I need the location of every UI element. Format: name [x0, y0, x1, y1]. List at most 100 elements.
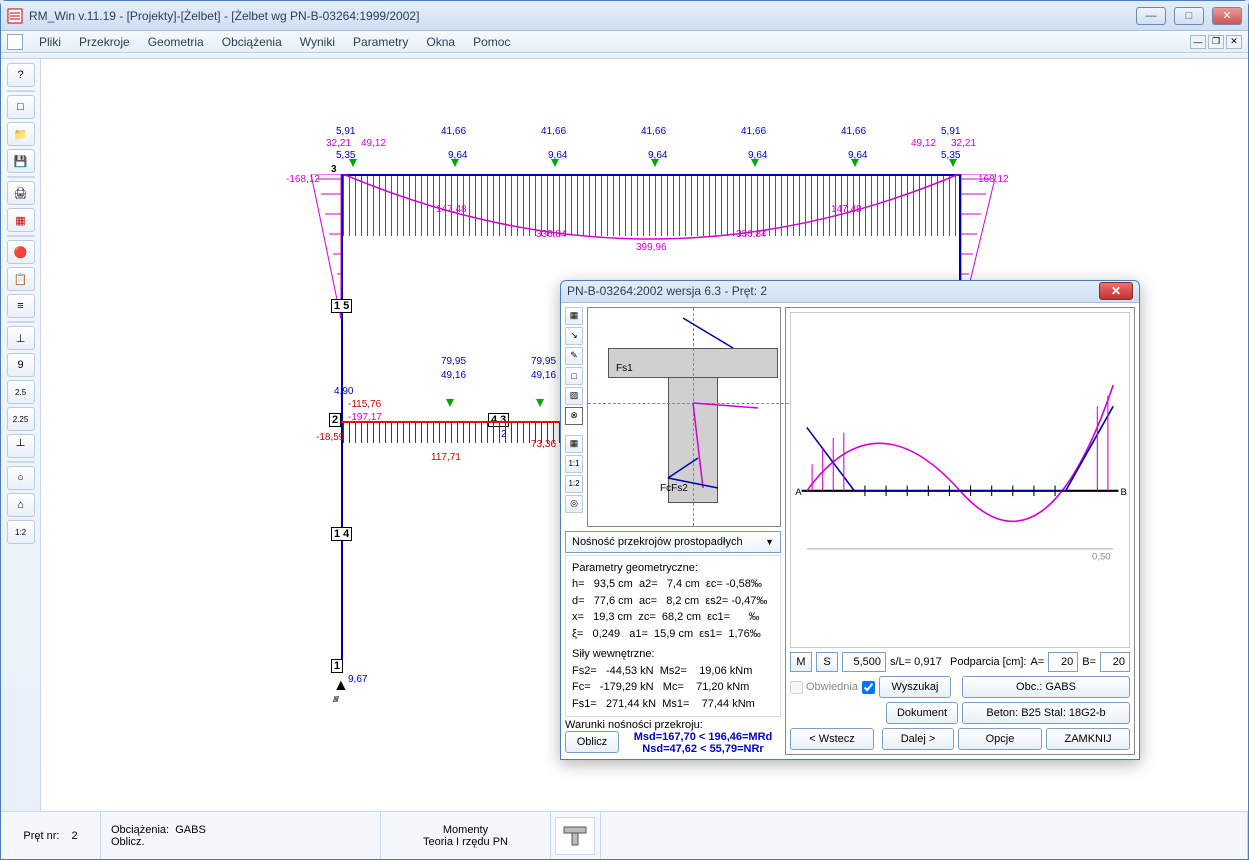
obwiednia-checkbox[interactable]: Obwiednia: [790, 681, 858, 694]
tb-column[interactable]: ┴: [7, 434, 35, 458]
M-button[interactable]: M: [790, 652, 812, 672]
val-label: 79,95: [441, 356, 466, 367]
mini-tool-7[interactable]: 1:1: [565, 455, 583, 473]
oblicz-button[interactable]: Oblicz: [565, 731, 619, 753]
menu-geometria[interactable]: Geometria: [140, 33, 212, 51]
cross-section-canvas[interactable]: Fs1 FcFs2: [587, 307, 781, 527]
tb-9[interactable]: 9: [7, 353, 35, 377]
menu-okna[interactable]: Okna: [418, 33, 463, 51]
design-dialog: PN-B-03264:2002 wersja 6.3 - Pręt: 2 ✕ ▦…: [560, 280, 1140, 760]
val-label: 9,67: [348, 674, 367, 685]
menu-bar: Pliki Przekroje Geometria Obciążenia Wyn…: [1, 31, 1248, 53]
val-label: 41,66: [841, 126, 866, 137]
mini-tool-5[interactable]: ⊗: [565, 407, 583, 425]
dialog-close-button[interactable]: ✕: [1099, 282, 1133, 300]
analysis-type-combo[interactable]: Nośność przekrojów prostopadłych ▼: [565, 531, 781, 553]
s-value-field[interactable]: [842, 652, 886, 672]
oblicz-label: Oblicz.: [111, 836, 370, 848]
dalej-button[interactable]: Dalej >: [882, 728, 954, 750]
mini-tool-1[interactable]: ↘: [565, 327, 583, 345]
tb-2-5[interactable]: 2.5: [7, 380, 35, 404]
window-title: RM_Win v.11.19 - [Projekty]-[Żelbet] - […: [29, 9, 1136, 23]
wyszukaj-button[interactable]: Wyszukaj: [879, 676, 951, 698]
maximize-button[interactable]: □: [1174, 7, 1204, 25]
obwiednia-check2[interactable]: [862, 681, 875, 694]
app-icon: [7, 8, 23, 24]
envelope-canvas[interactable]: A B 0,50: [790, 312, 1130, 649]
tb-sep: [7, 90, 35, 92]
obc-button[interactable]: Obc.: GABS: [962, 676, 1130, 698]
S-button[interactable]: S: [816, 652, 838, 672]
mdi-minimize[interactable]: —: [1190, 35, 1206, 49]
mdi-icon[interactable]: [7, 34, 23, 50]
close-button[interactable]: ✕: [1212, 7, 1242, 25]
moment-label: 147,48: [436, 204, 467, 215]
mdi-close[interactable]: ✕: [1226, 35, 1242, 49]
val-label: 32,21: [326, 138, 351, 149]
tb-plot[interactable]: ▦: [7, 208, 35, 232]
dokument-button[interactable]: Dokument: [886, 702, 958, 724]
mini-tool-6[interactable]: ▦: [565, 435, 583, 453]
minimize-button[interactable]: —: [1136, 7, 1166, 25]
opcje-button[interactable]: Opcje: [958, 728, 1042, 750]
tb-save[interactable]: 💾: [7, 149, 35, 173]
mini-tool-2[interactable]: ✎: [565, 347, 583, 365]
A-field[interactable]: [1048, 652, 1078, 672]
combo-label: Nośność przekrojów prostopadłych: [572, 536, 743, 548]
tb-list[interactable]: ≡: [7, 294, 35, 318]
mini-tool-3[interactable]: □: [565, 367, 583, 385]
pret-nr-value: 2: [71, 830, 77, 842]
tb-home[interactable]: ⌂: [7, 493, 35, 517]
menu-przekroje[interactable]: Przekroje: [71, 33, 138, 51]
momenty-label: Momenty: [391, 824, 540, 836]
val-label: 4,90: [334, 386, 353, 397]
status-bar: Pręt nr: 2 Obciążenia: GABS Oblicz. Mome…: [1, 811, 1248, 859]
mini-tool-4[interactable]: ▨: [565, 387, 583, 405]
mini-tool-0[interactable]: ▦: [565, 307, 583, 325]
tb-sep: [7, 235, 35, 237]
podparcia-label: Podparcia [cm]:: [950, 656, 1026, 668]
tb-copy[interactable]: 📋: [7, 267, 35, 291]
val-label: 79,95: [531, 356, 556, 367]
tb-circle[interactable]: ○: [7, 466, 35, 490]
tb-open[interactable]: 📁: [7, 122, 35, 146]
node-label: 2: [329, 413, 341, 427]
mini-tool-8[interactable]: 1:2: [565, 475, 583, 493]
menu-pomoc[interactable]: Pomoc: [465, 33, 518, 51]
mdi-restore[interactable]: ❐: [1208, 35, 1224, 49]
moment-label: -18,59: [316, 432, 344, 443]
tb-2-25[interactable]: 2.25: [7, 407, 35, 431]
pret-nr-label: Pręt nr:: [23, 830, 59, 842]
params-header: Parametry geometryczne:: [572, 560, 774, 577]
zamknij-button[interactable]: ZAMKNIJ: [1046, 728, 1130, 750]
tb-support[interactable]: ⊥: [7, 326, 35, 350]
moment-label: -115,76: [348, 399, 381, 410]
val-label: 5,91: [941, 126, 960, 137]
tb-sep: [7, 321, 35, 323]
val-label: 49,16: [441, 370, 466, 381]
chevron-down-icon: ▼: [765, 537, 774, 547]
tb-help[interactable]: ?: [7, 63, 35, 87]
tb-scale[interactable]: 1:2: [7, 520, 35, 544]
wstecz-button[interactable]: < Wstecz: [790, 728, 874, 750]
moment-label: 147,48: [831, 204, 862, 215]
conditions-header: Warunki nośności przekroju:: [565, 719, 703, 731]
menu-parametry[interactable]: Parametry: [345, 33, 416, 51]
tb-new[interactable]: □: [7, 95, 35, 119]
section-preview-icon: [555, 817, 595, 855]
load-arrow-icon: [551, 159, 559, 167]
tb-print[interactable]: 🖨: [7, 181, 35, 205]
menu-obciazenia[interactable]: Obciążenia: [214, 33, 290, 51]
beton-stal-button[interactable]: Beton: B25 Stal: 18G2-b: [962, 702, 1130, 724]
left-toolbar: ? □ 📁 💾 🖨 ▦ 🔴 📋 ≡ ⊥ 9 2.5 2.25 ┴ ○ ⌂ 1:2: [1, 59, 41, 811]
title-bar: RM_Win v.11.19 - [Projekty]-[Żelbet] - […: [1, 1, 1248, 31]
moment-label: 336,84: [736, 229, 767, 240]
menu-pliki[interactable]: Pliki: [31, 33, 69, 51]
mini-tool-9[interactable]: ◎: [565, 495, 583, 513]
val-label: 41,66: [541, 126, 566, 137]
node-label: 1: [331, 659, 343, 673]
menu-wyniki[interactable]: Wyniki: [292, 33, 343, 51]
B-field[interactable]: [1100, 652, 1130, 672]
tb-sep: [7, 176, 35, 178]
tb-fire[interactable]: 🔴: [7, 240, 35, 264]
